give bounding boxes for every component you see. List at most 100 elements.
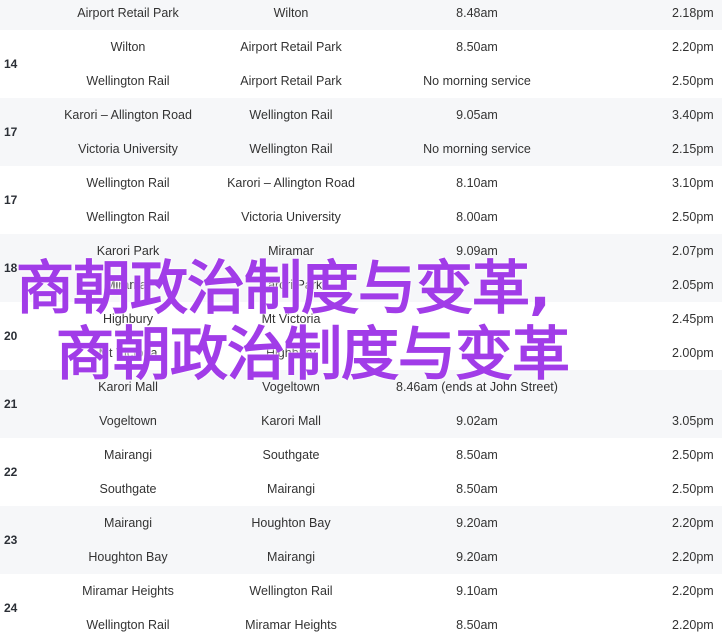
first-departure: 8.10am [456,176,498,190]
from-stop: Mt Victoria [98,346,158,360]
route-group: 23 Mairangi Houghton Bay 9.20am 2.20pm H… [0,506,722,574]
table-row: Miramar Karori Park 2.05pm [48,268,722,302]
to-stop: Wilton [273,6,309,20]
first-departure: 8.46am (ends at John Street) [396,380,558,394]
from-stop: Highbury [102,312,154,326]
last-departure: 2.20pm [672,516,714,530]
from-stop: Airport Retail Park [77,6,179,20]
table-row: Vogeltown Karori Mall 9.02am 3.05pm [48,404,722,438]
to-stop: Wellington Rail [249,584,333,598]
from-stop: Houghton Bay [88,550,168,564]
from-stop: Wellington Rail [86,210,170,224]
first-departure: 9.20am [456,550,498,564]
first-departure: 8.50am [456,482,498,496]
first-departure: No morning service [423,74,531,88]
route-group: 17 Karori – Allington Road Wellington Ra… [0,98,722,166]
first-departure [376,302,578,336]
last-departure: 2.00pm [672,346,714,360]
from-stop: Wilton [110,40,146,54]
first-departure: 9.02am [456,414,498,428]
table-row: Mairangi Southgate 8.50am 2.50pm [48,438,722,472]
from-stop: Wellington Rail [86,618,170,632]
from-stop: Mairangi [104,516,152,530]
first-departure: 9.05am [456,108,498,122]
from-stop: Miramar [105,278,151,292]
last-departure: 2.20pm [672,550,714,564]
from-stop: Miramar Heights [82,584,174,598]
from-stop: Wellington Rail [86,176,170,190]
from-stop: Karori Mall [98,380,158,394]
first-departure: 8.48am [456,6,498,20]
from-stop: Mairangi [104,448,152,462]
from-stop: Victoria University [78,142,178,156]
last-departure: 2.50pm [672,482,714,496]
first-departure: 8.50am [456,448,498,462]
to-stop: Mairangi [267,550,315,564]
last-departure: 2.20pm [672,618,714,632]
last-departure: 3.05pm [672,414,714,428]
route-number: 23 [4,533,18,547]
table-row: Karori – Allington Road Wellington Rail … [48,98,722,132]
route-group: 22 Mairangi Southgate 8.50am 2.50pm Sout… [0,438,722,506]
to-stop: Highbury [265,346,317,360]
table-row: Karori Mall Vogeltown 8.46am (ends at Jo… [48,370,722,404]
route-number: 24 [4,601,18,615]
last-departure: 2.07pm [672,244,714,258]
first-departure: 9.20am [456,516,498,530]
route-group: 21 Karori Mall Vogeltown 8.46am (ends at… [0,370,722,438]
table-row: Houghton Bay Mairangi 9.20am 2.20pm [48,540,722,574]
to-stop: Vogeltown [262,380,320,394]
first-departure: 9.09am [456,244,498,258]
to-stop: Karori – Allington Road [227,176,355,190]
route-group: Airport Retail Park Wilton 8.48am 2.18pm [0,0,722,30]
from-stop: Wellington Rail [86,74,170,88]
table-row: Miramar Heights Wellington Rail 9.10am 2… [48,574,722,608]
route-number: 20 [4,329,18,343]
last-departure: 3.10pm [672,176,714,190]
to-stop: Houghton Bay [251,516,331,530]
route-number: 22 [4,465,18,479]
from-stop: Southgate [99,482,157,496]
to-stop: Airport Retail Park [240,40,342,54]
to-stop: Miramar Heights [245,618,337,632]
table-row: Highbury Mt Victoria 2.45pm [48,302,722,336]
to-stop: Victoria University [241,210,341,224]
first-departure [376,336,578,370]
to-stop: Southgate [262,448,320,462]
to-stop: Miramar [268,244,314,258]
last-departure: 2.15pm [672,142,714,156]
route-number: 17 [4,193,18,207]
table-row: Southgate Mairangi 8.50am 2.50pm [48,472,722,506]
to-stop: Mt Victoria [261,312,321,326]
to-stop: Karori Mall [261,414,321,428]
last-departure: 2.20pm [672,584,714,598]
first-departure [376,268,578,302]
route-group: 20 Highbury Mt Victoria 2.45pm Mt Victor… [0,302,722,370]
last-departure: 2.20pm [672,40,714,54]
route-group: 24 Miramar Heights Wellington Rail 9.10a… [0,574,722,642]
route-number [0,0,48,30]
from-stop: Karori – Allington Road [64,108,192,122]
last-departure: 2.05pm [672,278,714,292]
route-group: 18 Karori Park Miramar 9.09am 2.07pm Mir… [0,234,722,302]
route-number: 17 [4,125,18,139]
table-row: Airport Retail Park Wilton 8.48am 2.18pm [48,0,722,30]
timetable: Airport Retail Park Wilton 8.48am 2.18pm… [0,0,722,642]
to-stop: Karori Park [259,278,323,292]
last-departure: 2.50pm [672,74,714,88]
last-departure: 2.18pm [672,6,714,20]
table-row: Victoria University Wellington Rail No m… [48,132,722,166]
route-group: 14 Wilton Airport Retail Park 8.50am 2.2… [0,30,722,98]
last-departure [672,370,722,404]
table-row: Wilton Airport Retail Park 8.50am 2.20pm [48,30,722,64]
route-number: 14 [4,57,18,71]
to-stop: Wellington Rail [249,142,333,156]
route-number: 18 [4,261,18,275]
last-departure: 2.50pm [672,210,714,224]
table-row: Wellington Rail Victoria University 8.00… [48,200,722,234]
table-row: Wellington Rail Miramar Heights 8.50am 2… [48,608,722,642]
to-stop: Mairangi [267,482,315,496]
last-departure: 3.40pm [672,108,714,122]
first-departure: 8.50am [456,618,498,632]
table-row: Mairangi Houghton Bay 9.20am 2.20pm [48,506,722,540]
